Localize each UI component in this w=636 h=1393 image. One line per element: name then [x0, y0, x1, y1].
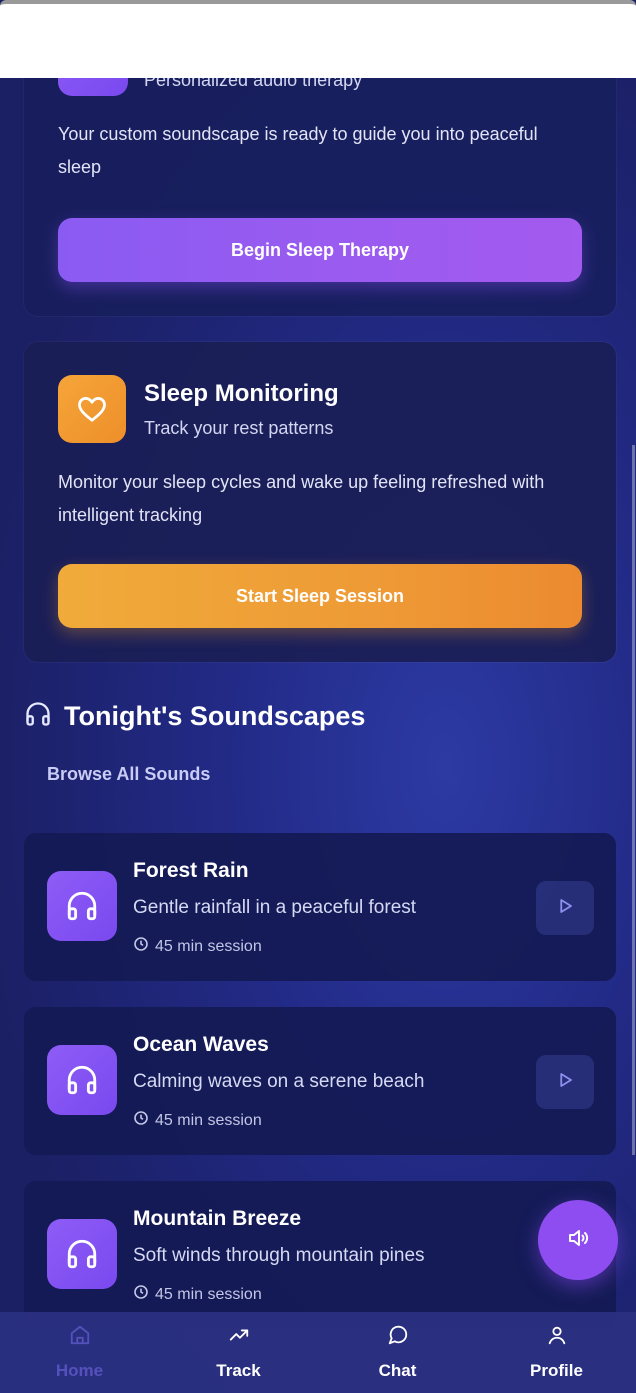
bottom-nav: Home Track Chat Profile: [0, 1312, 636, 1393]
nav-item-profile[interactable]: Profile: [477, 1312, 636, 1393]
sound-description: Calming waves on a serene beach: [133, 1071, 425, 1092]
play-icon: [556, 897, 574, 920]
sound-name: Forest Rain: [133, 859, 249, 882]
monitor-subtitle: Track your rest patterns: [144, 418, 334, 438]
sound-name: Ocean Waves: [133, 1033, 269, 1056]
headphones-icon: [47, 871, 117, 941]
user-icon: [546, 1324, 568, 1351]
clock-icon: [133, 936, 149, 957]
play-icon: [556, 1071, 574, 1094]
headphones-icon: [47, 1045, 117, 1115]
sound-duration: 45 min session: [133, 1110, 262, 1131]
begin-sleep-therapy-button[interactable]: Begin Sleep Therapy: [58, 218, 582, 282]
sleep-therapy-card: Personalized audio therapy Your custom s…: [24, 26, 616, 316]
soundscapes-header: Tonight's Soundscapes: [24, 700, 365, 733]
nav-label: Track: [216, 1361, 261, 1380]
monitor-description: Monitor your sleep cycles and wake up fe…: [58, 472, 545, 525]
heart-icon: [58, 375, 126, 443]
home-icon: [69, 1324, 91, 1351]
browse-all-sounds-link[interactable]: Browse All Sounds: [47, 764, 210, 785]
headphones-icon: [24, 700, 52, 733]
section-title: Tonight's Soundscapes: [64, 701, 366, 731]
chat-icon: [387, 1324, 409, 1351]
play-button[interactable]: [536, 1055, 594, 1109]
play-button[interactable]: [536, 881, 594, 935]
list-item[interactable]: Forest Rain Gentle rainfall in a peacefu…: [24, 833, 616, 981]
nav-label: Chat: [378, 1361, 417, 1380]
nav-item-home[interactable]: Home: [0, 1312, 159, 1393]
clock-icon: [133, 1110, 149, 1131]
nav-item-chat[interactable]: Chat: [318, 1312, 477, 1393]
browser-top-bar: [0, 0, 636, 78]
clock-icon: [133, 1284, 149, 1305]
start-sleep-session-button[interactable]: Start Sleep Session: [58, 564, 582, 628]
audio-fab-button[interactable]: [538, 1200, 618, 1280]
sleep-monitoring-card: Sleep Monitoring Track your rest pattern…: [24, 342, 616, 662]
duration-label: 45 min session: [155, 1111, 262, 1129]
duration-label: 45 min session: [155, 1285, 262, 1303]
therapy-description: Your custom soundscape is ready to guide…: [58, 124, 538, 177]
sound-name: Mountain Breeze: [133, 1207, 302, 1230]
nav-item-track[interactable]: Track: [159, 1312, 318, 1393]
monitor-title: Sleep Monitoring: [144, 380, 339, 407]
list-item[interactable]: Mountain Breeze Soft winds through mount…: [24, 1181, 616, 1329]
sound-description: Gentle rainfall in a peaceful forest: [133, 897, 417, 918]
app-screen: Personalized audio therapy Your custom s…: [0, 0, 636, 1393]
sound-description: Soft winds through mountain pines: [133, 1245, 425, 1266]
nav-label: Home: [55, 1361, 104, 1380]
nav-label: Profile: [530, 1361, 583, 1380]
sound-duration: 45 min session: [133, 936, 262, 957]
duration-label: 45 min session: [155, 937, 262, 955]
trending-icon: [228, 1324, 250, 1351]
speaker-icon: [566, 1226, 590, 1255]
scrollbar[interactable]: [632, 445, 635, 1155]
headphones-icon: [47, 1219, 117, 1289]
sound-duration: 45 min session: [133, 1284, 262, 1305]
list-item[interactable]: Ocean Waves Calming waves on a serene be…: [24, 1007, 616, 1155]
